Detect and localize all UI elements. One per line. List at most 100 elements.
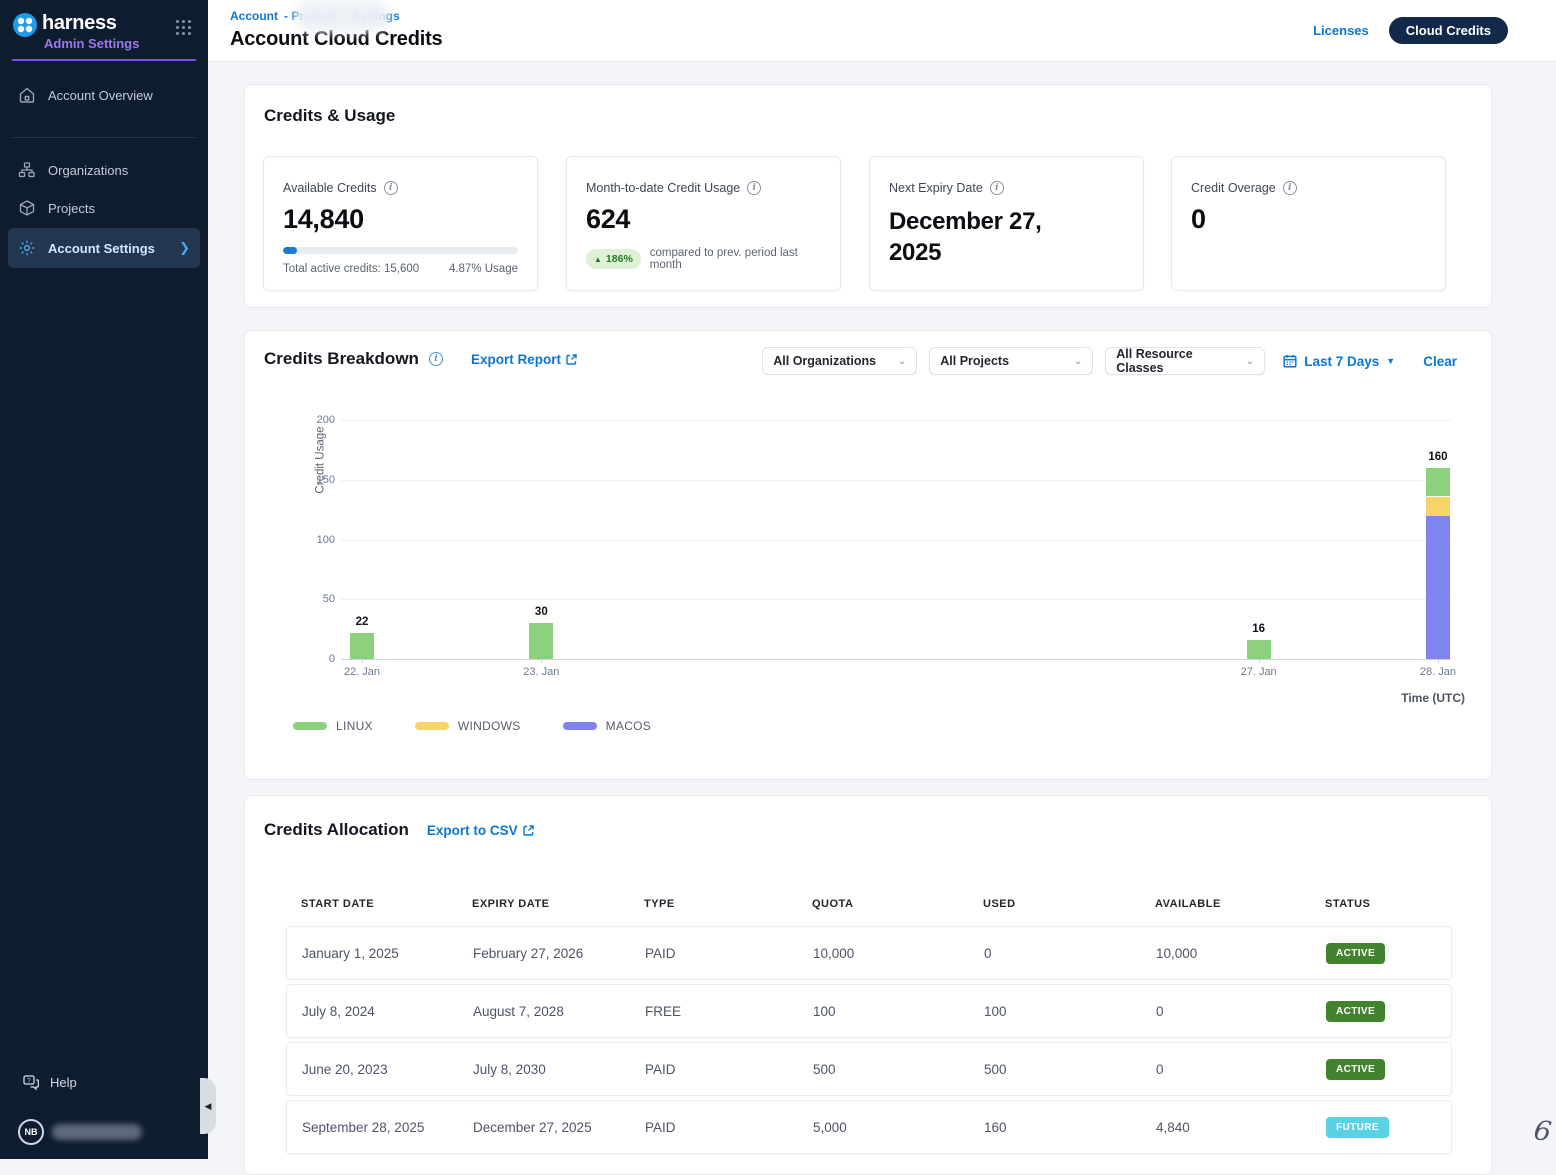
organizations-filter-select[interactable]: All Organizations ⌄ — [762, 347, 917, 375]
export-report-label: Export Report — [471, 352, 561, 367]
up-arrow-icon: ▲ — [594, 255, 602, 264]
cell-expiry: August 7, 2028 — [458, 1004, 630, 1019]
table-row[interactable]: July 8, 2024August 7, 2028FREE1001000ACT… — [286, 984, 1452, 1038]
x-tick — [541, 659, 542, 663]
cell-type: PAID — [630, 1120, 798, 1135]
cell-expiry: December 27, 2025 — [458, 1120, 630, 1135]
growth-badge: ▲ 186% — [586, 249, 641, 269]
projects-filter-select[interactable]: All Projects ⌄ — [929, 347, 1093, 375]
export-csv-label: Export to CSV — [427, 823, 518, 838]
cell-status: ACTIVE — [1311, 1059, 1453, 1080]
bar-value-label: 16 — [1229, 623, 1289, 635]
external-link-icon — [523, 825, 534, 836]
table-row[interactable]: September 28, 2025December 27, 2025PAID5… — [286, 1100, 1452, 1154]
info-icon[interactable]: i — [429, 352, 443, 366]
x-tick-label: 23. Jan — [501, 666, 581, 678]
bar-segment-macos[interactable] — [1426, 516, 1450, 659]
export-report-link[interactable]: Export Report — [471, 352, 577, 367]
y-tick-label: 100 — [317, 534, 335, 546]
help-button[interactable]: ? Help — [14, 1073, 194, 1091]
usage-percent: 4.87% Usage — [449, 263, 518, 275]
status-badge: ACTIVE — [1326, 1001, 1385, 1022]
home-icon — [18, 86, 36, 104]
gridline — [341, 420, 1451, 421]
organizations-icon — [18, 161, 36, 179]
legend-label: WINDOWS — [458, 719, 521, 733]
sidebar-item-account-settings[interactable]: Account Settings ❯ — [8, 228, 200, 268]
chart-legend: LINUX WINDOWS MACOS — [293, 719, 651, 733]
cell-available: 4,840 — [1141, 1120, 1311, 1135]
allocation-table-header: START DATE EXPIRY DATE TYPE QUOTA USED A… — [286, 892, 1452, 916]
legend-item-macos[interactable]: MACOS — [563, 719, 652, 733]
gridline — [341, 480, 1451, 481]
col-type: TYPE — [629, 898, 797, 910]
legend-item-linux[interactable]: LINUX — [293, 719, 373, 733]
bar-segment-linux[interactable] — [350, 633, 374, 659]
next-expiry-label: Next Expiry Date — [889, 181, 983, 195]
y-tick-label: 50 — [323, 593, 335, 605]
sidebar-item-organizations[interactable]: Organizations — [8, 152, 200, 188]
bar-value-label: 30 — [511, 606, 571, 618]
avatar[interactable]: NB — [18, 1119, 44, 1145]
cell-start: September 28, 2025 — [287, 1120, 458, 1135]
bar-segment-windows[interactable] — [1426, 497, 1450, 516]
date-range-picker[interactable]: Last 7 Days ▼ — [1283, 354, 1395, 369]
redacted-username — [52, 1124, 142, 1140]
export-csv-link[interactable]: Export to CSV — [427, 823, 534, 838]
info-icon[interactable]: i — [990, 181, 1004, 195]
app-grid-icon[interactable] — [176, 20, 194, 38]
info-icon[interactable]: i — [384, 181, 398, 195]
sidebar-item-account-overview[interactable]: Account Overview — [8, 77, 200, 113]
sidebar-item-label: Account Overview — [48, 88, 153, 103]
growth-note: compared to prev. period last month — [650, 247, 821, 271]
legend-label: LINUX — [336, 719, 373, 733]
table-row[interactable]: June 20, 2023July 8, 2030PAID5005000ACTI… — [286, 1042, 1452, 1096]
credits-breakdown-title: Credits Breakdown — [264, 349, 419, 369]
cloud-credits-button[interactable]: Cloud Credits — [1389, 17, 1508, 44]
info-icon[interactable]: i — [1283, 181, 1297, 195]
resource-classes-filter-select[interactable]: All Resource Classes ⌄ — [1105, 347, 1265, 375]
chevron-down-icon: ⌄ — [1246, 356, 1254, 367]
credit-overage-card: Credit Overage i 0 — [1171, 156, 1446, 291]
user-row[interactable]: NB — [14, 1119, 194, 1145]
brand-row: harness Admin Settings — [0, 0, 208, 51]
x-tick-label: 27. Jan — [1219, 666, 1299, 678]
legend-item-windows[interactable]: WINDOWS — [415, 719, 521, 733]
col-available: AVAILABLE — [1140, 898, 1310, 910]
sidebar-divider — [12, 137, 196, 138]
bar-segment-linux[interactable] — [529, 623, 553, 659]
sidebar-footer: ? Help NB — [0, 1073, 208, 1159]
handwritten-mark: 6 — [1532, 1115, 1553, 1148]
status-badge: ACTIVE — [1326, 943, 1385, 964]
mtd-usage-label: Month-to-date Credit Usage — [586, 181, 740, 195]
windows-swatch-icon — [415, 722, 449, 730]
credits-progress-fill — [283, 247, 297, 254]
bar-segment-linux[interactable] — [1247, 640, 1271, 659]
breadcrumb-account-link[interactable]: Account — [230, 9, 278, 23]
table-row[interactable]: January 1, 2025February 27, 2026PAID10,0… — [286, 926, 1452, 980]
cell-available: 0 — [1141, 1062, 1311, 1077]
bar-segment-linux[interactable] — [1426, 468, 1450, 497]
cell-start: January 1, 2025 — [287, 946, 458, 961]
credits-breakdown-card: Credits Breakdown i Export Report All Or… — [244, 330, 1492, 780]
x-tick — [1259, 659, 1260, 663]
cell-type: FREE — [630, 1004, 798, 1019]
allocation-table: START DATE EXPIRY DATE TYPE QUOTA USED A… — [286, 892, 1452, 1158]
sidebar-item-projects[interactable]: Projects — [8, 190, 200, 226]
sidebar-collapse-handle[interactable]: ◀ — [200, 1078, 216, 1134]
chevron-down-icon: ⌄ — [1074, 356, 1082, 367]
chevron-right-icon: ❯ — [179, 240, 190, 256]
total-active-credits: Total active credits: 15,600 — [283, 263, 419, 275]
cell-start: June 20, 2023 — [287, 1062, 458, 1077]
cell-used: 0 — [969, 946, 1141, 961]
licenses-link[interactable]: Licenses — [1313, 23, 1369, 38]
mtd-usage-card: Month-to-date Credit Usage i 624 ▲ 186% … — [566, 156, 841, 291]
bar-value-label: 22 — [332, 616, 392, 628]
cell-quota: 10,000 — [798, 946, 969, 961]
clear-filters-link[interactable]: Clear — [1423, 354, 1457, 369]
credits-progress-bar — [283, 247, 518, 254]
page-header: Account - Product › Settings Account Clo… — [208, 0, 1556, 62]
col-used: USED — [968, 898, 1140, 910]
info-icon[interactable]: i — [747, 181, 761, 195]
help-chat-icon: ? — [22, 1073, 40, 1091]
